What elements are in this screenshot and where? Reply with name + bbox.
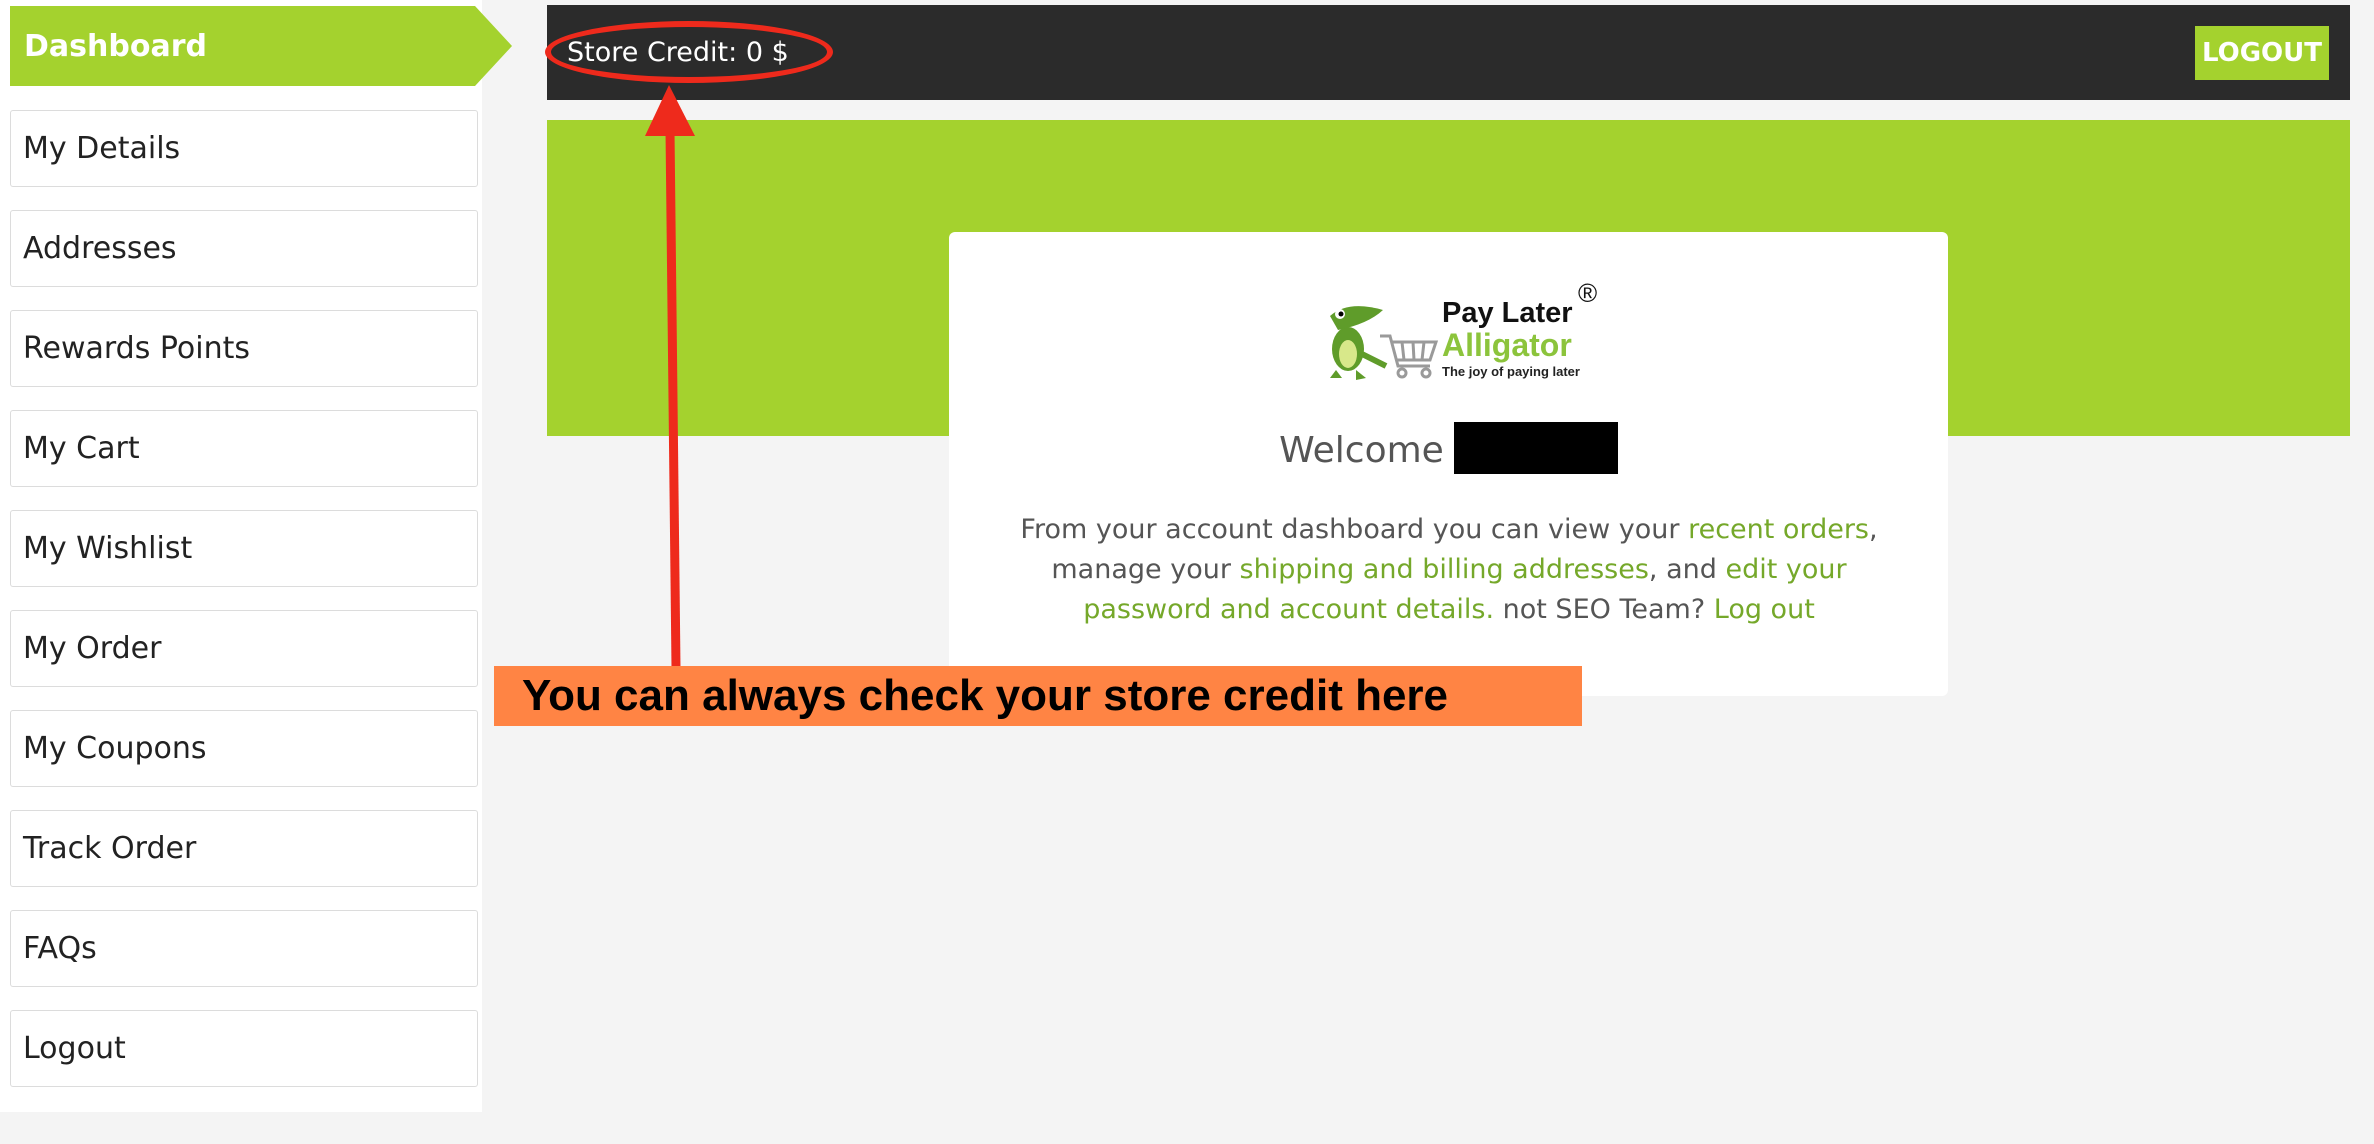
annotation-arrow [645, 85, 695, 669]
annotation-callout: You can always check your store credit h… [494, 666, 1582, 726]
